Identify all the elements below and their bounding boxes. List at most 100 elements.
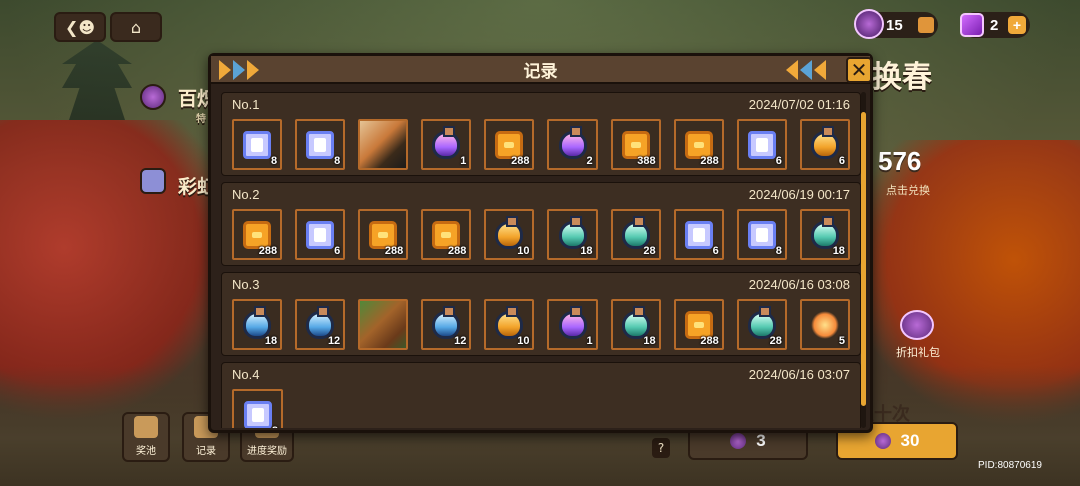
item-count: 12 [327, 335, 341, 347]
record-items: 18 12 12 10 1 18 288 28 5 [232, 299, 850, 350]
close-icon: ✕ [850, 58, 868, 82]
reward-item[interactable]: 6 [736, 119, 787, 170]
reward-item[interactable]: 1 [547, 299, 598, 350]
record-items: 288 6 288 288 10 18 28 6 8 18 [232, 209, 850, 260]
reward-item[interactable]: 288 [421, 209, 472, 260]
reward-item[interactable]: 2 [547, 119, 598, 170]
item-count: 28 [643, 245, 656, 257]
reward-item[interactable]: 8 [736, 209, 787, 260]
record-number: No.1 [232, 97, 260, 112]
reward-item[interactable]: 288 [673, 119, 724, 170]
character-portrait-icon [360, 121, 407, 168]
exchange-count[interactable]: 576 [878, 146, 921, 177]
reward-item[interactable]: 28 [610, 209, 661, 260]
pencil-icon[interactable] [918, 17, 934, 33]
item-count: 12 [454, 335, 467, 347]
shirt-icon [306, 130, 335, 159]
player-id: PID:80870619 [978, 460, 1042, 471]
record-list[interactable]: No.1 2024/07/02 01:16 8 8 1 288 2 388 288 6 6 No.2 2… [221, 92, 861, 428]
discount-pack-icon[interactable] [900, 310, 934, 340]
prize-pool-button[interactable]: 奖池 [122, 412, 170, 462]
help-icon[interactable]: ? [652, 438, 670, 458]
ticket-count: 15 [886, 16, 903, 34]
close-button[interactable]: ✕ [846, 57, 872, 83]
item-count: 288 [700, 335, 719, 347]
record-header: No.3 2024/06/16 03:08 [232, 277, 850, 295]
reward-item[interactable]: 18 [232, 299, 283, 350]
home-button[interactable]: ⌂ [110, 12, 162, 42]
item-count: 1 [460, 155, 467, 167]
shirt-icon [684, 220, 713, 249]
dialog-title: 记录 [523, 61, 558, 81]
add-gem-button[interactable]: + [1008, 16, 1026, 34]
character-portrait-icon [360, 301, 407, 348]
item-count: 6 [334, 245, 341, 257]
back-button[interactable]: ❮☻ [54, 12, 106, 42]
ticket-icon [874, 433, 891, 449]
back-arrow-icon: ❮☻ [64, 17, 96, 37]
pool-item-icon [140, 84, 166, 110]
decor-arrows-left [219, 60, 259, 80]
item-count: 6 [775, 155, 782, 167]
record-entry: No.1 2024/07/02 01:16 8 8 1 288 2 388 288 6 6 [221, 92, 861, 176]
reward-item[interactable]: 1 [421, 119, 472, 170]
reward-item[interactable]: 10 [484, 299, 535, 350]
discount-pack-label[interactable]: 折扣礼包 [896, 344, 940, 360]
record-timestamp: 2024/06/16 03:08 [748, 277, 850, 292]
item-count: 10 [517, 335, 530, 347]
item-count: 388 [637, 155, 656, 167]
reward-item[interactable]: 18 [799, 209, 850, 260]
gem-icon [960, 13, 984, 37]
reward-item[interactable]: 12 [421, 299, 472, 350]
record-header: No.4 2024/06/16 03:07 [232, 367, 850, 385]
item-count: 5 [838, 335, 845, 347]
item-count: 288 [700, 155, 719, 167]
reward-item[interactable]: 288 [673, 299, 724, 350]
bag-icon [134, 416, 158, 438]
reward-item[interactable]: 28 [736, 299, 787, 350]
draw-once-cost: 3 [756, 431, 766, 450]
reward-item[interactable]: 8 [232, 389, 283, 428]
exchange-hint[interactable]: 点击兑换 [886, 182, 930, 198]
draw-ten-cost: 30 [900, 431, 920, 450]
item-count: 2 [586, 155, 593, 167]
record-entry: No.2 2024/06/19 00:17 288 6 288 288 10 18 28 6 8 18 [221, 182, 861, 266]
scrollbar[interactable] [861, 92, 866, 428]
reward-item[interactable]: 6 [673, 209, 724, 260]
potion-purple-icon [432, 125, 461, 159]
reward-item[interactable] [358, 119, 409, 170]
dialog-header: 记录 ✕ [211, 56, 872, 84]
reward-item[interactable]: 388 [610, 119, 661, 170]
record-entry: No.3 2024/06/16 03:08 18 12 12 10 1 18 288 28 5 [221, 272, 861, 356]
star-icon [810, 310, 839, 339]
potion-gold-icon [810, 125, 839, 159]
reward-item[interactable]: 288 [484, 119, 535, 170]
item-count: 28 [769, 335, 782, 347]
record-number: No.2 [232, 187, 260, 202]
reward-item[interactable]: 10 [484, 209, 535, 260]
reward-item[interactable]: 6 [799, 119, 850, 170]
shirt-icon [243, 130, 272, 159]
record-label: 记录 [196, 446, 216, 457]
reward-item[interactable]: 6 [295, 209, 346, 260]
reward-item[interactable]: 5 [799, 299, 850, 350]
reward-item[interactable]: 18 [610, 299, 661, 350]
decor-arrows-right [786, 60, 826, 80]
reward-item[interactable]: 288 [232, 209, 283, 260]
reward-item[interactable]: 18 [547, 209, 598, 260]
item-count: 18 [832, 245, 845, 257]
shirt-icon [747, 130, 776, 159]
rainbow-item-icon [140, 168, 166, 194]
reward-item[interactable] [358, 299, 409, 350]
item-count: 1 [586, 335, 593, 347]
reward-item[interactable]: 8 [295, 119, 346, 170]
reward-item[interactable]: 288 [358, 209, 409, 260]
item-count: 288 [384, 245, 404, 257]
record-timestamp: 2024/06/19 00:17 [748, 187, 850, 202]
reward-item[interactable]: 8 [232, 119, 283, 170]
scrollbar-thumb[interactable] [861, 112, 866, 406]
reward-item[interactable]: 12 [295, 299, 346, 350]
shirt-icon [306, 220, 335, 249]
item-count: 8 [270, 155, 278, 167]
item-count: 18 [264, 335, 278, 347]
